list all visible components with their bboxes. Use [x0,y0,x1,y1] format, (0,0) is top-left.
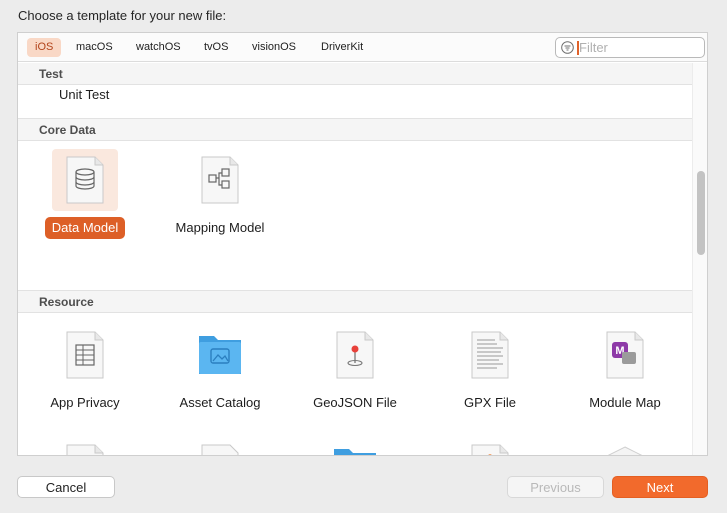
next-button[interactable]: Next [612,476,708,498]
item-label: Data Model [44,217,126,239]
filter-field[interactable] [555,37,705,58]
white-cube-icon [592,437,658,455]
section-header-core-data: Core Data [18,118,692,141]
section-title: Test [39,67,63,81]
mapping-document-icon [187,149,253,211]
template-app-privacy[interactable]: App Privacy [20,288,150,410]
platform-tabbar: iOS macOS watchOS tvOS visionOS DriverKi… [18,33,707,62]
template-reality-folder-item[interactable] [290,403,420,455]
tab-tvos[interactable]: tvOS [196,38,236,57]
template-module-map[interactable]: M Module Map [560,288,690,410]
cancel-button[interactable]: Cancel [17,476,115,498]
scene-document-icon [457,437,523,455]
table-document-icon [52,324,118,386]
filter-icon [561,41,574,54]
section-title: Core Data [39,123,96,137]
section-header-test: Test [18,63,692,85]
scrollbar-track[interactable] [692,63,707,455]
item-label: Mapping Model [175,220,265,235]
template-mapping-model[interactable]: Mapping Model [155,143,285,255]
blue-folder-icon [187,324,253,386]
template-data-model[interactable]: Data Model [20,143,150,255]
database-document-icon [52,149,118,211]
previous-button[interactable]: Previous [507,476,604,498]
template-table-item[interactable] [20,403,150,455]
map-pin-document-icon [322,324,388,386]
svg-text:H: H [209,454,218,456]
tab-visionos[interactable]: visionOS [244,38,304,57]
template-asset-catalog[interactable]: Asset Catalog [155,288,285,410]
template-rich-text-item[interactable]: H [155,403,285,456]
template-cube-item[interactable] [560,403,690,455]
template-geojson-file[interactable]: GeoJSON File [290,288,420,410]
tab-driverkit[interactable]: DriverKit [313,38,371,57]
tab-macos[interactable]: macOS [68,38,121,57]
template-gpx-file[interactable]: GPX File [425,288,555,410]
template-list[interactable]: Test Unit Test Core Data Data Model Mapp… [18,63,692,456]
template-unit-test[interactable]: Unit Test [59,87,109,102]
template-panel: iOS macOS watchOS tvOS visionOS DriverKi… [17,32,708,456]
template-scene-item[interactable] [425,403,555,455]
reality-folder-icon [322,437,388,455]
rich-text-document-icon: H [187,437,253,456]
module-map-icon: M [592,324,658,386]
text-document-icon [457,324,523,386]
tab-ios[interactable]: iOS [27,38,62,57]
table-document-icon [52,437,118,455]
dialog-heading: Choose a template for your new file: [18,8,227,23]
tab-watchos[interactable]: watchOS [128,38,189,57]
filter-input[interactable] [579,39,699,56]
scrollbar-thumb[interactable] [697,171,705,255]
